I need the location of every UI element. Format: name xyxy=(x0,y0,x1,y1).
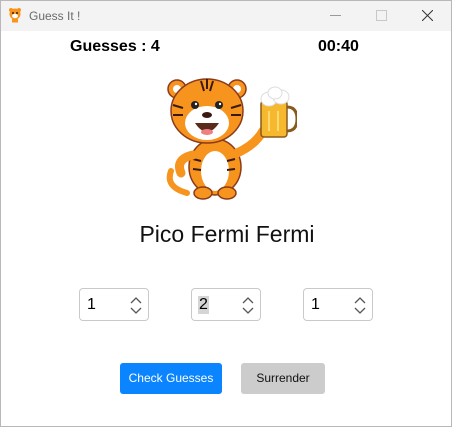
digit-spinner-1[interactable]: 1 xyxy=(79,288,149,321)
up-down-arrows-icon[interactable] xyxy=(354,297,366,314)
up-down-arrows-icon[interactable] xyxy=(242,297,254,314)
check-guesses-button[interactable]: Check Guesses xyxy=(120,363,222,394)
digit-value[interactable]: 1 xyxy=(310,296,321,314)
minimize-button[interactable] xyxy=(313,1,359,31)
digit-spinner-3[interactable]: 1 xyxy=(303,288,373,321)
up-down-arrows-icon[interactable] xyxy=(130,297,142,314)
digit-value[interactable]: 2 xyxy=(198,296,209,314)
close-icon xyxy=(422,10,433,21)
title-bar: Guess It ! xyxy=(1,1,451,31)
maximize-icon xyxy=(376,10,387,21)
tiger-mascot-image xyxy=(166,78,297,200)
digit-spinner-2[interactable]: 2 xyxy=(191,288,261,321)
minimize-icon xyxy=(330,15,341,16)
tiger-app-icon xyxy=(9,8,21,23)
window-title: Guess It ! xyxy=(29,9,81,23)
app-window: Guess It ! Guesses : 4 00:40 Pico Fermi … xyxy=(0,0,452,427)
surrender-button[interactable]: Surrender xyxy=(241,363,325,394)
guess-counter: Guesses : 4 xyxy=(70,38,160,55)
close-button[interactable] xyxy=(405,1,451,31)
feedback-text: Pico Fermi Fermi xyxy=(139,221,315,247)
timer: 00:40 xyxy=(318,38,359,55)
maximize-button[interactable] xyxy=(359,1,405,31)
digit-value[interactable]: 1 xyxy=(86,296,97,314)
